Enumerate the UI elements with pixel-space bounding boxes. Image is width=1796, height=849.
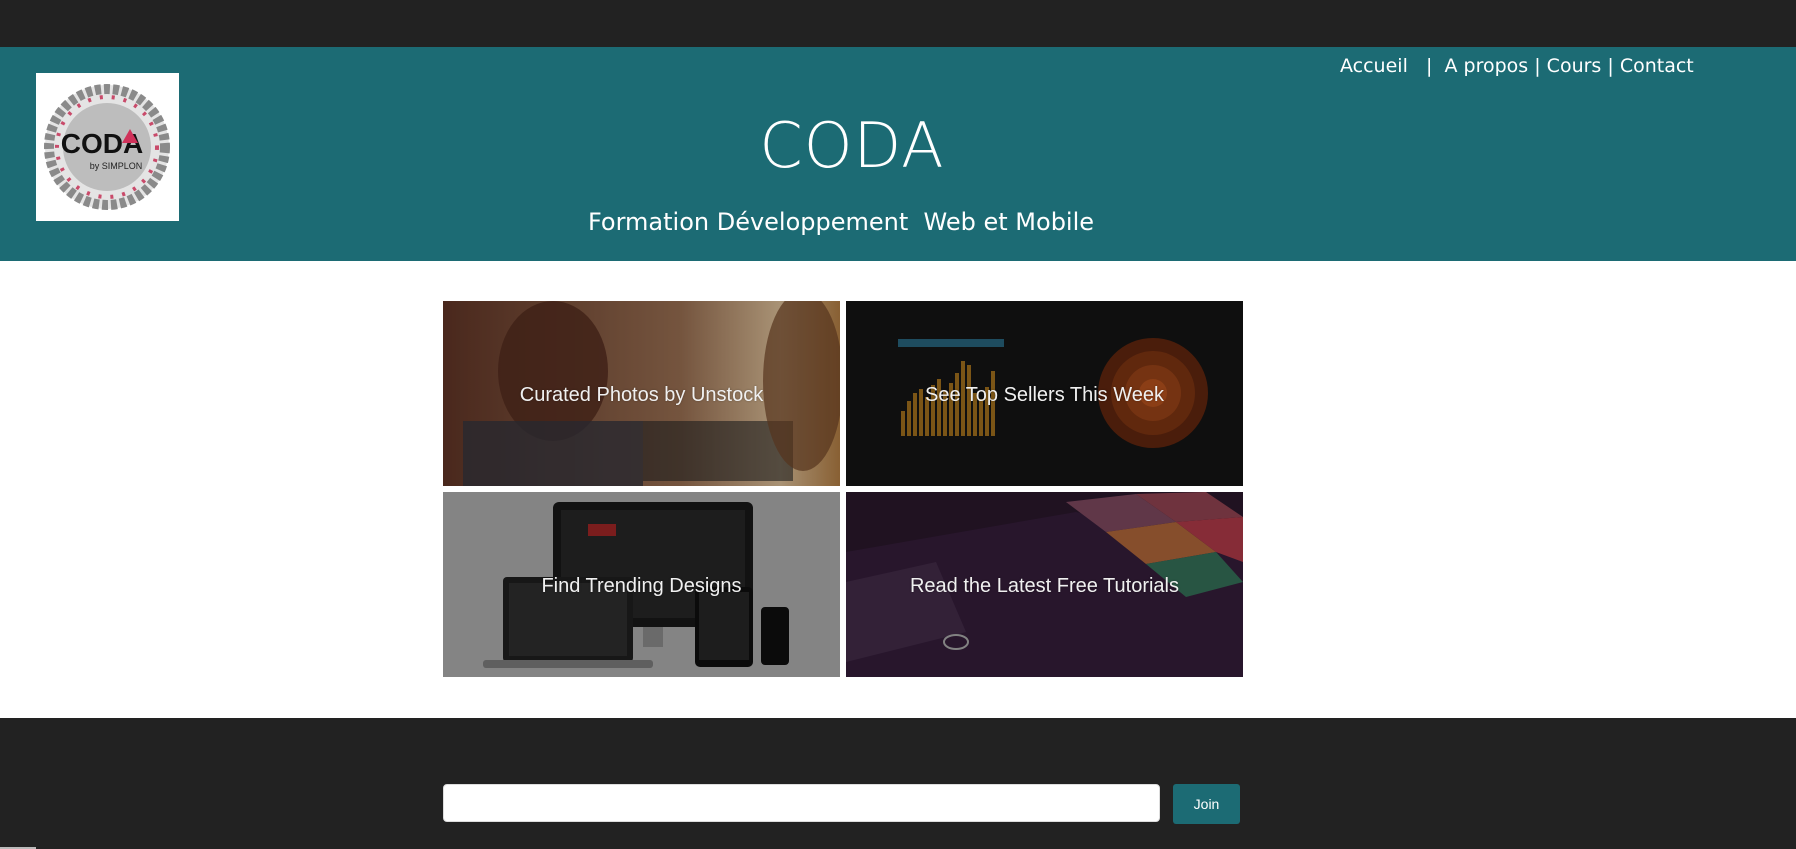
tile-free-tutorials[interactable]: Read the Latest Free Tutorials xyxy=(846,492,1243,677)
nav-separator: | xyxy=(1413,55,1445,77)
nav-accueil[interactable]: Accueil xyxy=(1340,55,1408,77)
main-nav: Accueil | A propos | Cours | Contact xyxy=(1340,55,1694,77)
tile-curated-photos[interactable]: Curated Photos by Unstock xyxy=(443,301,840,486)
nav-separator: | xyxy=(1607,55,1614,77)
site-title: CODA xyxy=(759,109,945,182)
tile-top-sellers[interactable]: See Top Sellers This Week xyxy=(846,301,1243,486)
nav-a-propos[interactable]: A propos xyxy=(1444,55,1528,77)
nav-separator: | xyxy=(1534,55,1541,77)
tile-caption: Curated Photos by Unstock xyxy=(519,384,764,406)
top-bar xyxy=(0,0,1796,47)
tile-caption: Read the Latest Free Tutorials xyxy=(909,575,1180,597)
site-header: CODA by SIMPLON Accueil | A propos | Cou… xyxy=(0,47,1796,261)
site-footer: Join xyxy=(0,718,1796,849)
newsletter-email-input[interactable] xyxy=(443,784,1160,822)
tile-caption: Find Trending Designs xyxy=(541,575,742,597)
nav-contact[interactable]: Contact xyxy=(1620,55,1694,77)
tile-trending-designs[interactable]: Find Trending Designs xyxy=(443,492,840,677)
tile-caption: See Top Sellers This Week xyxy=(924,384,1164,406)
join-button[interactable]: Join xyxy=(1173,784,1240,824)
site-tagline: Formation Développement Web et Mobile xyxy=(587,208,1095,236)
feature-grid: Curated Photos by Unstock See Top Seller… xyxy=(443,301,1243,677)
nav-cours[interactable]: Cours xyxy=(1547,55,1602,77)
